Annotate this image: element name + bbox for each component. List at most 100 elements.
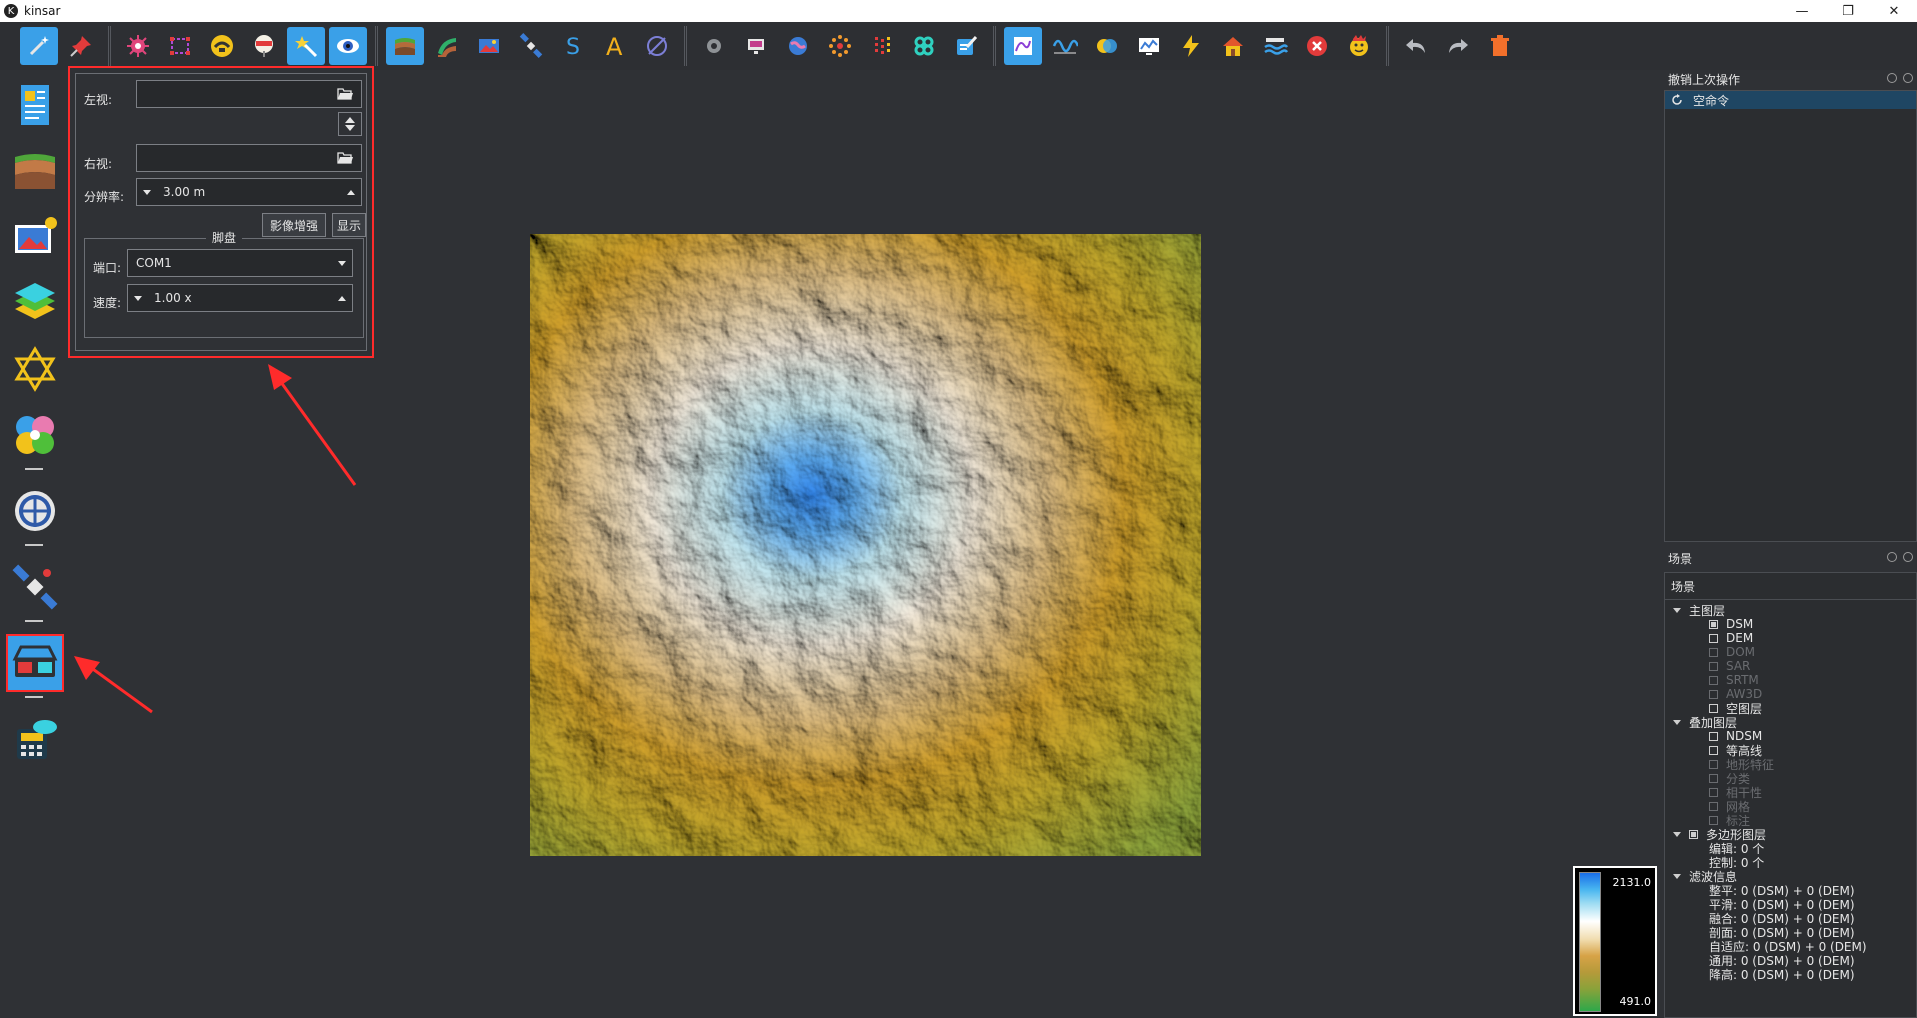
3d-glasses-icon [12, 645, 58, 677]
document-button[interactable] [6, 76, 64, 134]
star-button[interactable] [6, 340, 64, 398]
decrease-icon[interactable] [143, 189, 151, 195]
close-panel-icon[interactable] [1903, 73, 1913, 83]
satellite-side-button[interactable] [6, 558, 64, 616]
colorbar-max: 2131.0 [1612, 876, 1652, 889]
monitor-icon [748, 39, 764, 54]
speed-value: 1.00 x [154, 291, 192, 305]
dem-hillshade-map[interactable] [530, 234, 1201, 856]
gears-icon [16, 416, 54, 454]
satellite-button[interactable] [512, 27, 550, 65]
minimize-button[interactable]: — [1779, 0, 1825, 22]
chart-frame-icon [1014, 37, 1032, 55]
port-select[interactable]: COM1 [127, 249, 353, 277]
close-button[interactable]: ✕ [1871, 0, 1917, 22]
checkbox[interactable] [1709, 703, 1718, 713]
maximize-button[interactable]: ❐ [1825, 0, 1871, 22]
layer-item-dsm[interactable]: DSM [1709, 617, 1753, 631]
wave-icon [1052, 39, 1078, 54]
chart-frame-button[interactable] [1004, 27, 1042, 65]
expand-icon[interactable] [1673, 831, 1681, 837]
caution-sign-button[interactable] [203, 27, 241, 65]
weather-calc-button[interactable] [6, 710, 64, 768]
stereo-glasses-button[interactable] [6, 634, 64, 692]
aerial-target-icon [15, 491, 55, 531]
virus-button[interactable] [119, 27, 157, 65]
pen-paper-button[interactable] [947, 27, 985, 65]
eye-button[interactable] [329, 27, 367, 65]
sparkle-button[interactable] [821, 27, 859, 65]
stereo-panel: 左视: 右视: 分辨率: 3.00 m 影像增强 显示 脚盘 端口: COM1 [68, 66, 374, 358]
decrease-icon[interactable] [134, 295, 142, 301]
stereo-panel-frame: 左视: 右视: 分辨率: 3.00 m 影像增强 显示 脚盘 端口: COM1 [75, 73, 367, 351]
aerial-target-button[interactable] [6, 482, 64, 540]
layer-item-dem[interactable]: DEM [1709, 631, 1753, 645]
water-button[interactable] [1256, 27, 1294, 65]
trash-button[interactable] [1481, 27, 1519, 65]
increase-icon[interactable] [347, 189, 355, 195]
cloud-gear-button[interactable] [695, 27, 733, 65]
overlap-circles-button[interactable] [1088, 27, 1126, 65]
right-view-input[interactable] [136, 144, 362, 172]
folder-open-icon[interactable] [337, 87, 353, 100]
screen-graph-button[interactable] [1130, 27, 1168, 65]
layers-icon [15, 283, 55, 319]
layers-curve-button[interactable] [428, 27, 466, 65]
checkbox[interactable] [1709, 731, 1718, 741]
pedal-group: 脚盘 端口: COM1 速度: 1.00 x [84, 231, 364, 338]
float-icon[interactable] [1887, 73, 1897, 83]
sidebar-divider [25, 696, 43, 698]
redo-button[interactable] [1439, 27, 1477, 65]
weather-calculator-icon [17, 720, 57, 759]
expand-icon[interactable] [1673, 873, 1681, 879]
close-panel-icon[interactable] [1903, 552, 1913, 562]
pin-button[interactable] [62, 27, 100, 65]
face-button[interactable] [1340, 27, 1378, 65]
monitor-button[interactable] [737, 27, 775, 65]
folder-open-icon[interactable] [337, 151, 353, 164]
vector-select-button[interactable] [161, 27, 199, 65]
null-button[interactable] [638, 27, 676, 65]
terrain-layers-icon [395, 38, 415, 55]
globe-button[interactable] [779, 27, 817, 65]
magic-wand-button[interactable] [20, 27, 58, 65]
increase-icon[interactable] [338, 295, 346, 301]
checkbox[interactable] [1709, 633, 1718, 643]
undo-panel-header: 撤销上次操作 [1664, 70, 1917, 88]
expand-icon[interactable] [1673, 607, 1681, 613]
checkbox[interactable] [1709, 619, 1718, 629]
image-settings-icon [15, 217, 57, 253]
undo-button[interactable] [1397, 27, 1435, 65]
checkbox [1709, 675, 1718, 685]
wave-button[interactable] [1046, 27, 1084, 65]
float-icon[interactable] [1887, 552, 1897, 562]
layers-button[interactable] [6, 274, 64, 332]
expand-icon[interactable] [1673, 719, 1681, 725]
speed-spinbox[interactable]: 1.00 x [127, 284, 353, 312]
text-a-button[interactable]: A [596, 27, 634, 65]
resolution-spinbox[interactable]: 3.00 m [136, 178, 362, 206]
left-view-input[interactable] [136, 80, 362, 108]
lightning-button[interactable] [1172, 27, 1210, 65]
image-edit-button[interactable] [470, 27, 508, 65]
star-wand-button[interactable] [287, 27, 325, 65]
image-settings-button[interactable] [6, 208, 64, 266]
main-toolbar: S A [0, 22, 1917, 70]
house-button[interactable] [1214, 27, 1252, 65]
gears-button[interactable] [6, 406, 64, 464]
tree-node-overlay-layer[interactable]: 叠加图层 [1673, 715, 1737, 730]
close-circle-button[interactable] [1298, 27, 1336, 65]
svg-text:A: A [606, 33, 623, 59]
road-sign-button[interactable] [245, 27, 283, 65]
terrain-button[interactable] [6, 142, 64, 200]
swap-spinner[interactable] [338, 112, 362, 136]
sidebar-divider [25, 544, 43, 546]
dots-grid-button[interactable] [863, 27, 901, 65]
terrain-layers-button[interactable] [386, 27, 424, 65]
tree-node-main-layer[interactable]: 主图层 [1673, 603, 1725, 618]
checkbox[interactable] [1709, 745, 1718, 755]
checkbox[interactable] [1689, 829, 1698, 839]
flower-button[interactable] [905, 27, 943, 65]
text-s-button[interactable]: S [554, 27, 592, 65]
undo-list-item[interactable]: 空命令 [1665, 91, 1916, 109]
